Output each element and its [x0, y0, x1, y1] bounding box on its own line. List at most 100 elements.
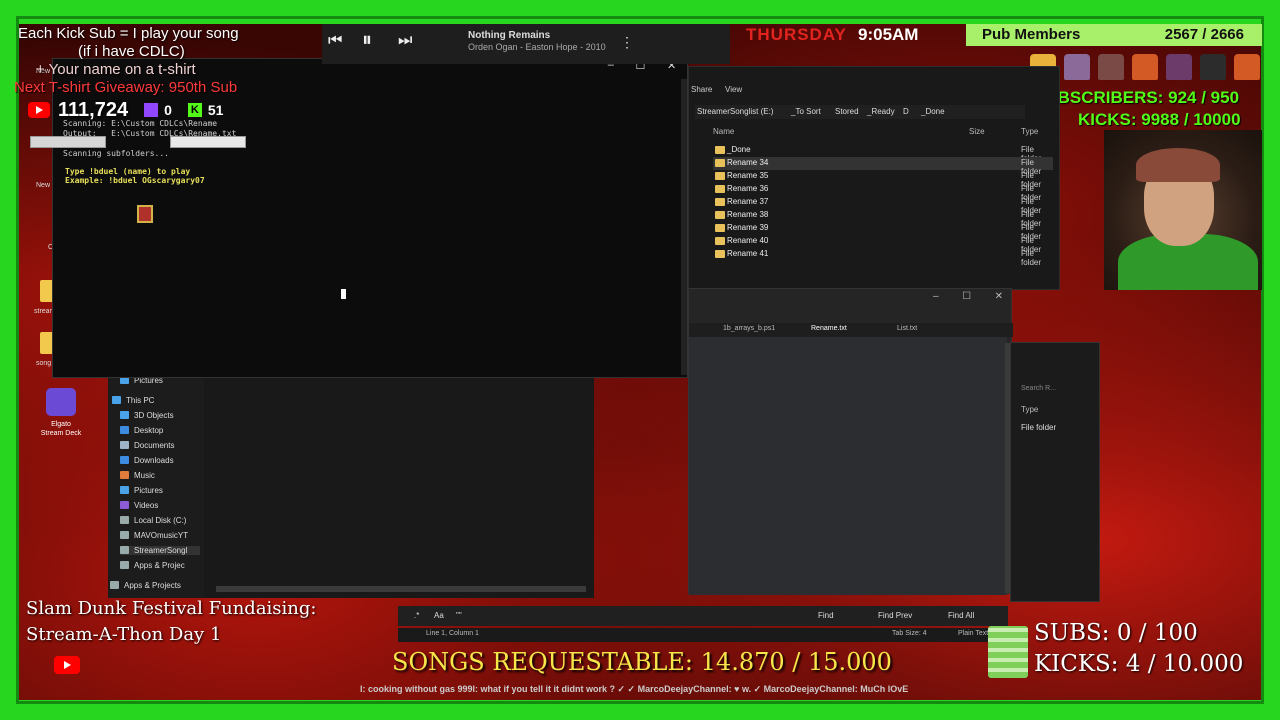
file-explorer-window[interactable]: Share View StreamerSonglist (E:) _To Sor…	[688, 66, 1060, 290]
previous-track-icon[interactable]: ⏮	[328, 32, 342, 50]
more-vertical-icon[interactable]: ⋮	[620, 34, 634, 51]
folder-icon	[715, 159, 725, 167]
nav-item[interactable]: Apps & Projects	[110, 581, 181, 590]
vertical-scrollbar[interactable]	[681, 79, 687, 375]
bottom-green-bar	[0, 700, 1280, 720]
nav-item[interactable]: Desktop	[120, 426, 163, 435]
whole-word-icon[interactable]: ""	[456, 611, 462, 620]
pictures-icon	[120, 486, 129, 494]
tshirt-icon	[1064, 54, 1090, 80]
webcam-person-cap	[1136, 148, 1220, 182]
file-name: Rename 36	[727, 184, 769, 193]
next-track-icon[interactable]: ⏭	[398, 32, 412, 50]
nav-item-label: Apps & Projects	[124, 581, 181, 590]
editor-status-bar: Line 1, Column 1 Tab Size: 4 Plain Text	[398, 628, 1008, 642]
cursor-position: Line 1, Column 1	[426, 630, 479, 637]
nav-item[interactable]: Local Disk (C:)	[120, 516, 186, 525]
breadcrumb-item[interactable]: D	[903, 107, 909, 116]
file-name: _Done	[727, 145, 751, 154]
folder-icon	[715, 198, 725, 206]
nav-item-label: Videos	[134, 501, 159, 510]
clock: 9:05AM	[858, 25, 919, 44]
3d-objects-icon	[120, 411, 129, 419]
column-header-name[interactable]: Name	[713, 127, 734, 136]
file-row[interactable]: Rename 41 File folder	[713, 248, 1053, 267]
pause-icon[interactable]: ⏸	[362, 29, 372, 52]
file-row[interactable]: Rename 34 File folder	[713, 157, 1053, 176]
menu-view[interactable]: View	[725, 85, 742, 94]
file-row[interactable]: Rename 40 File folder	[713, 235, 1053, 254]
file-row[interactable]: Rename 39 File folder	[713, 222, 1053, 241]
folder-icon	[715, 224, 725, 232]
file-row[interactable]: Rename 38 File folder	[713, 209, 1053, 228]
music-icon	[120, 471, 129, 479]
tab-arrays-ps1[interactable]: 1b_arrays_b.ps1	[723, 325, 775, 332]
file-name: Rename 40	[727, 236, 769, 245]
file-name: Rename 34	[727, 158, 769, 167]
find-prev-button[interactable]: Find Prev	[878, 611, 912, 620]
desktop-icon	[120, 426, 129, 434]
nav-item[interactable]: This PC	[112, 396, 154, 405]
file-row[interactable]: Rename 37 File folder	[713, 196, 1053, 215]
find-button[interactable]: Find	[818, 611, 834, 620]
nav-item[interactable]: Documents	[120, 441, 174, 450]
search-input[interactable]: Search R...	[1021, 385, 1056, 392]
nav-item[interactable]: Downloads	[120, 456, 174, 465]
stat-bar	[30, 136, 106, 148]
tab-size[interactable]: Tab Size: 4	[892, 630, 927, 637]
nav-item-label: Documents	[134, 441, 175, 450]
column-header-type[interactable]: Type	[1021, 127, 1038, 136]
regex-toggle-icon[interactable]: .*	[414, 611, 419, 620]
case-toggle-icon[interactable]: Aa	[434, 611, 444, 620]
maximize-icon[interactable]: ☐	[962, 291, 971, 302]
file-row[interactable]: Rename 36 File folder	[713, 183, 1053, 202]
menu-share[interactable]: Share	[691, 85, 712, 94]
file-name: Rename 41	[727, 249, 769, 258]
find-all-button[interactable]: Find All	[948, 611, 974, 620]
nav-item[interactable]: Music	[120, 471, 155, 480]
editor-text-area[interactable]	[689, 337, 1007, 595]
breadcrumb-item[interactable]: StreamerSonglist (E:)	[697, 107, 773, 116]
horizontal-scrollbar[interactable]	[216, 586, 586, 592]
tab-list-txt[interactable]: List.txt	[897, 325, 917, 332]
nav-item[interactable]: 3D Objects	[120, 411, 174, 420]
kick-sub-info-line1: Each Kick Sub = I play your song	[18, 25, 239, 42]
documents-icon	[120, 441, 129, 449]
drive-icon	[120, 546, 129, 554]
breadcrumb-item[interactable]: _Done	[921, 107, 945, 116]
nav-item[interactable]: MAVOmusicYT	[120, 531, 188, 540]
stat-bars	[30, 136, 246, 150]
secondary-explorer-window[interactable]: Search R... Type File folder	[1010, 342, 1100, 602]
text-editor-window[interactable]: – ☐ ✕ 1b_arrays_b.ps1 Rename.txt List.tx…	[688, 288, 1013, 595]
stream-deck-label-line2: Stream Deck	[40, 430, 82, 437]
nav-item[interactable]: Pictures	[120, 486, 163, 495]
close-icon[interactable]: ✕	[995, 291, 1003, 302]
minimize-icon[interactable]: –	[933, 291, 939, 302]
file-row[interactable]: Rename 35 File folder	[713, 170, 1053, 189]
kick-sub-info-line2: (if i have CDLC)	[78, 43, 185, 60]
tab-rename-txt[interactable]: Rename.txt	[811, 325, 847, 332]
desktop-icon-label: song	[36, 360, 52, 367]
nav-item-label: Local Disk (C:)	[134, 516, 187, 525]
top-green-bar	[0, 0, 1280, 24]
nav-item-label: Pictures	[134, 486, 163, 495]
breadcrumb-item[interactable]: _Ready	[867, 107, 895, 116]
file-row[interactable]: _DoneFile folder	[713, 144, 1053, 163]
songs-requestable: SONGS REQUESTABLE: 14.870 / 15.000	[392, 648, 892, 676]
nav-item-label: Downloads	[134, 456, 174, 465]
breadcrumb-item[interactable]: _To Sort	[791, 107, 821, 116]
stream-deck-icon[interactable]	[46, 388, 76, 416]
nav-item[interactable]: Videos	[120, 501, 158, 510]
column-header-type[interactable]: Type	[1021, 405, 1038, 414]
syntax-mode[interactable]: Plain Text	[958, 630, 988, 637]
file-name: Rename 37	[727, 197, 769, 206]
drive-icon	[110, 581, 119, 589]
column-header-size[interactable]: Size	[969, 127, 985, 136]
breadcrumb[interactable]: StreamerSonglist (E:) _To Sort Stored _R…	[695, 105, 1025, 119]
folder-icon	[715, 172, 725, 180]
breadcrumb-item[interactable]: Stored	[835, 107, 859, 116]
tshirt-icon	[1166, 54, 1192, 80]
kick-count: 51	[207, 102, 224, 118]
nav-item[interactable]: StreamerSongl	[120, 546, 200, 555]
nav-item[interactable]: Apps & Projec	[120, 561, 185, 570]
